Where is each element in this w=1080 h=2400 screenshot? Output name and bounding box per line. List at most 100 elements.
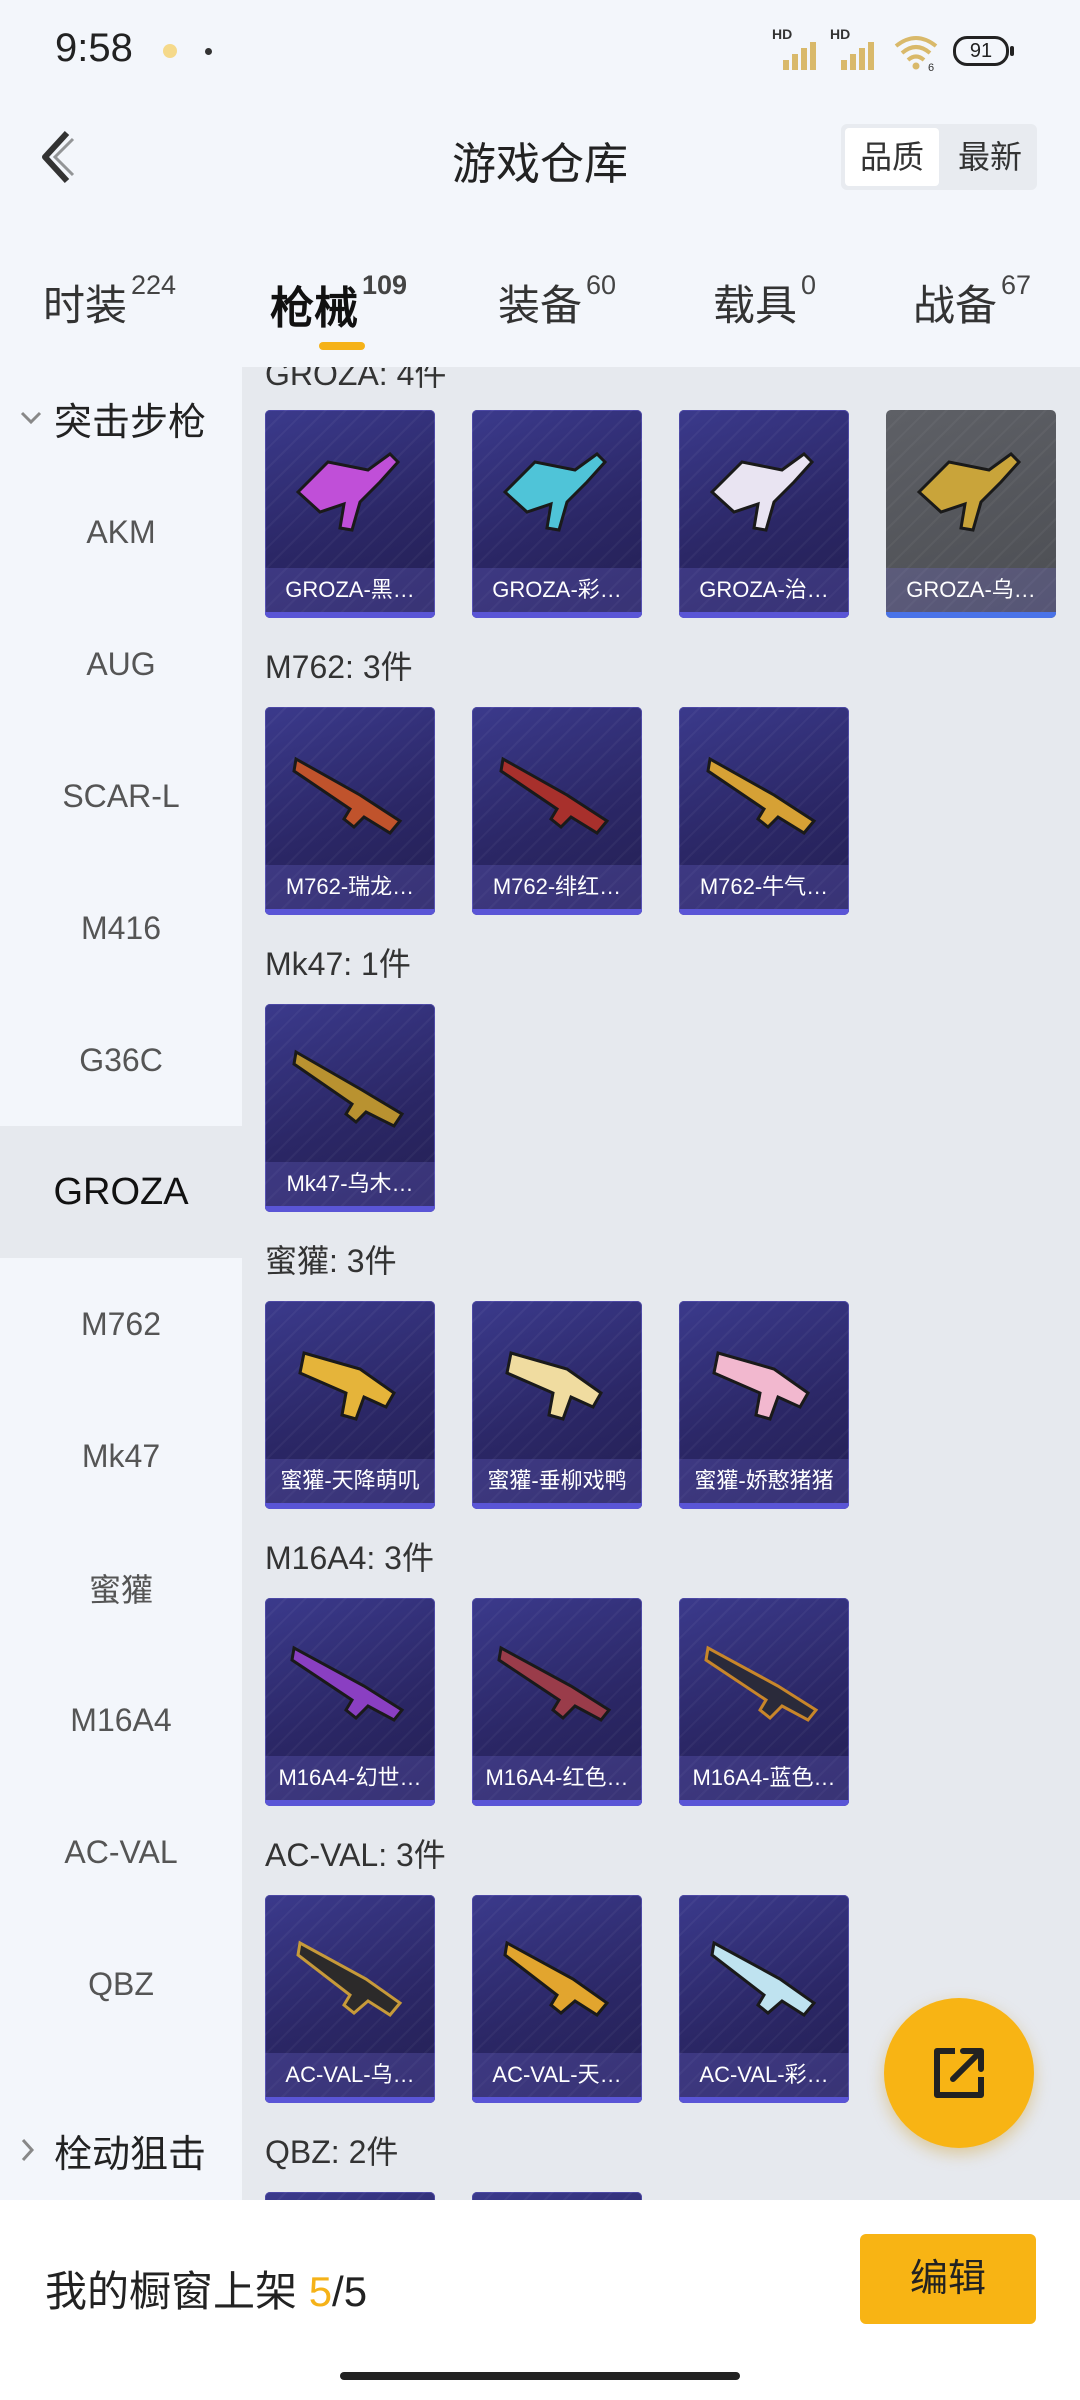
skin-card-honey-badger-2[interactable]: 蜜獾-垂柳戏鸭 <box>472 1301 642 1509</box>
tab-active-indicator <box>319 342 365 350</box>
rifle-icon <box>497 1645 612 1722</box>
tab-firearms[interactable]: 枪械 109 <box>270 270 407 350</box>
section-header-ac-val: AC-VAL: 3件 <box>265 1837 446 1873</box>
status-bar: 9:58 HD HD 6 91 <box>0 0 1080 100</box>
rifle-icon <box>298 1351 396 1421</box>
skin-name: GROZA-治… <box>679 568 849 612</box>
skin-card-ac-val-1[interactable]: AC-VAL-乌… <box>265 1895 435 2103</box>
chevron-down-icon <box>20 411 50 425</box>
bottom-bar: 我的橱窗上架 5/5 编辑 <box>0 2200 1080 2400</box>
home-indicator[interactable] <box>340 2372 740 2380</box>
skin-card-mk47-1[interactable]: Mk47-乌木… <box>265 1004 435 1212</box>
sidebar-group-label: 突击步枪 <box>54 401 207 444</box>
skin-card-groza-4[interactable]: GROZA-乌… <box>886 410 1056 618</box>
skin-card-qbz-2[interactable] <box>472 2192 642 2200</box>
rifle-icon <box>505 1351 603 1421</box>
skin-card-m16a4-3[interactable]: M16A4-蓝色… <box>679 1598 849 1806</box>
category-tabs: 时装 224 枪械 109 装备 60 载具 0 战备 67 <box>0 250 1080 360</box>
rifle-icon <box>290 1645 405 1722</box>
sort-quality-button[interactable]: 品质 <box>845 128 939 186</box>
wifi-icon: 6 <box>894 36 938 72</box>
rifle-icon <box>503 1940 610 2017</box>
skin-card-m16a4-2[interactable]: M16A4-红色… <box>472 1598 642 1806</box>
skin-card-honey-badger-3[interactable]: 蜜獾-娇憨猪猪 <box>679 1301 849 1509</box>
sidebar-group-assault-rifles[interactable]: 突击步枪 <box>0 368 242 468</box>
skin-name: GROZA-彩… <box>472 568 642 612</box>
svg-text:6: 6 <box>928 62 934 72</box>
sidebar-item-m416[interactable]: M416 <box>0 862 242 994</box>
showcase-label: 我的橱窗上架 5/5 <box>45 2268 368 2315</box>
sidebar-item-honey-badger[interactable]: 蜜獾 <box>0 1522 242 1654</box>
sidebar-item-qbz[interactable]: QBZ <box>0 1918 242 2050</box>
skin-name: 蜜獾-垂柳戏鸭 <box>472 1459 642 1503</box>
notification-dot-small <box>205 48 212 55</box>
skin-card-ac-val-3[interactable]: AC-VAL-彩… <box>679 1895 849 2103</box>
tab-fashion[interactable]: 时装 224 <box>43 270 176 333</box>
skin-name: GROZA-乌… <box>886 568 1056 612</box>
sidebar-group-label: 栓动狙击 <box>54 2133 207 2176</box>
signal-icon: HD <box>772 26 816 70</box>
skin-name: M16A4-幻世… <box>265 1756 435 1800</box>
rifle-icon <box>704 1645 819 1722</box>
skin-card-ac-val-2[interactable]: AC-VAL-天… <box>472 1895 642 2103</box>
skin-name: 蜜獾-娇憨猪猪 <box>679 1459 849 1503</box>
tab-equipment[interactable]: 装备 60 <box>498 270 616 333</box>
sidebar-group-bolt-action[interactable]: 栓动狙击 <box>0 2100 242 2200</box>
notification-dot <box>163 44 177 58</box>
skin-card-groza-2[interactable]: GROZA-彩… <box>472 410 642 618</box>
sidebar-item-g36c[interactable]: G36C <box>0 994 242 1126</box>
skin-card-qbz-1[interactable] <box>265 2192 435 2200</box>
sidebar-item-ac-val[interactable]: AC-VAL <box>0 1786 242 1918</box>
showcase-count-current: 5 <box>308 2268 333 2315</box>
sidebar-item-m762[interactable]: M762 <box>0 1258 242 1390</box>
skin-card-m762-2[interactable]: M762-绯红… <box>472 707 642 915</box>
skin-card-m16a4-1[interactable]: M16A4-幻世… <box>265 1598 435 1806</box>
sidebar-item-scar-l[interactable]: SCAR-L <box>0 730 242 862</box>
section-header-m762: M762: 3件 <box>265 649 413 685</box>
rifle-icon <box>706 756 817 835</box>
signal-icon-2: HD <box>830 26 874 70</box>
sort-toggle: 品质 最新 <box>841 124 1037 190</box>
sidebar-item-akm[interactable]: AKM <box>0 466 242 598</box>
skin-name: M762-瑞龙… <box>265 865 435 909</box>
skin-card-m762-1[interactable]: M762-瑞龙… <box>265 707 435 915</box>
rifle-icon <box>295 452 401 532</box>
tab-vehicles[interactable]: 载具 0 <box>713 270 816 333</box>
rifle-icon <box>916 452 1022 532</box>
skin-card-honey-badger-1[interactable]: 蜜獾-天降萌叽 <box>265 1301 435 1509</box>
section-header-m16a4: M16A4: 3件 <box>265 1540 434 1576</box>
rifle-icon <box>499 756 610 835</box>
sidebar-item-mk47[interactable]: Mk47 <box>0 1390 242 1522</box>
sidebar-item-aug[interactable]: AUG <box>0 598 242 730</box>
section-header-honey-badger: 蜜獾: 3件 <box>265 1243 397 1279</box>
skin-name: AC-VAL-天… <box>472 2053 642 2097</box>
chevron-right-icon <box>20 2138 50 2162</box>
skin-name: M762-绯红… <box>472 865 642 909</box>
rifle-icon <box>292 756 403 835</box>
sidebar-item-groza[interactable]: GROZA <box>0 1126 242 1258</box>
share-icon <box>934 2048 984 2098</box>
tab-combat-gear[interactable]: 战备 67 <box>913 270 1031 333</box>
skin-card-groza-1[interactable]: GROZA-黑… <box>265 410 435 618</box>
section-header-qbz: QBZ: 2件 <box>265 2134 399 2170</box>
skin-name: M762-牛气… <box>679 865 849 909</box>
share-button[interactable] <box>884 1998 1034 2148</box>
battery-indicator: 91 <box>953 36 1014 66</box>
header: 游戏仓库 品质 最新 <box>0 100 1080 215</box>
edit-button[interactable]: 编辑 <box>860 2234 1036 2324</box>
sort-latest-button[interactable]: 最新 <box>943 124 1037 190</box>
sidebar-item-m16a4[interactable]: M16A4 <box>0 1654 242 1786</box>
skin-name: 蜜獾-天降萌叽 <box>265 1459 435 1503</box>
weapon-sidebar: 突击步枪 AKM AUG SCAR-L M416 G36C GROZA M762… <box>0 367 242 2200</box>
skin-name: Mk47-乌木… <box>265 1162 435 1206</box>
skin-name: AC-VAL-彩… <box>679 2053 849 2097</box>
skin-name: GROZA-黑… <box>265 568 435 612</box>
skin-name: AC-VAL-乌… <box>265 2053 435 2097</box>
showcase-count-total: /5 <box>332 2268 368 2315</box>
rifle-icon <box>296 1940 403 2017</box>
section-header-mk47: Mk47: 1件 <box>265 946 411 982</box>
rifle-icon <box>502 452 608 532</box>
skin-card-groza-3[interactable]: GROZA-治… <box>679 410 849 618</box>
skin-card-m762-3[interactable]: M762-牛气… <box>679 707 849 915</box>
rifle-icon <box>292 1049 405 1128</box>
